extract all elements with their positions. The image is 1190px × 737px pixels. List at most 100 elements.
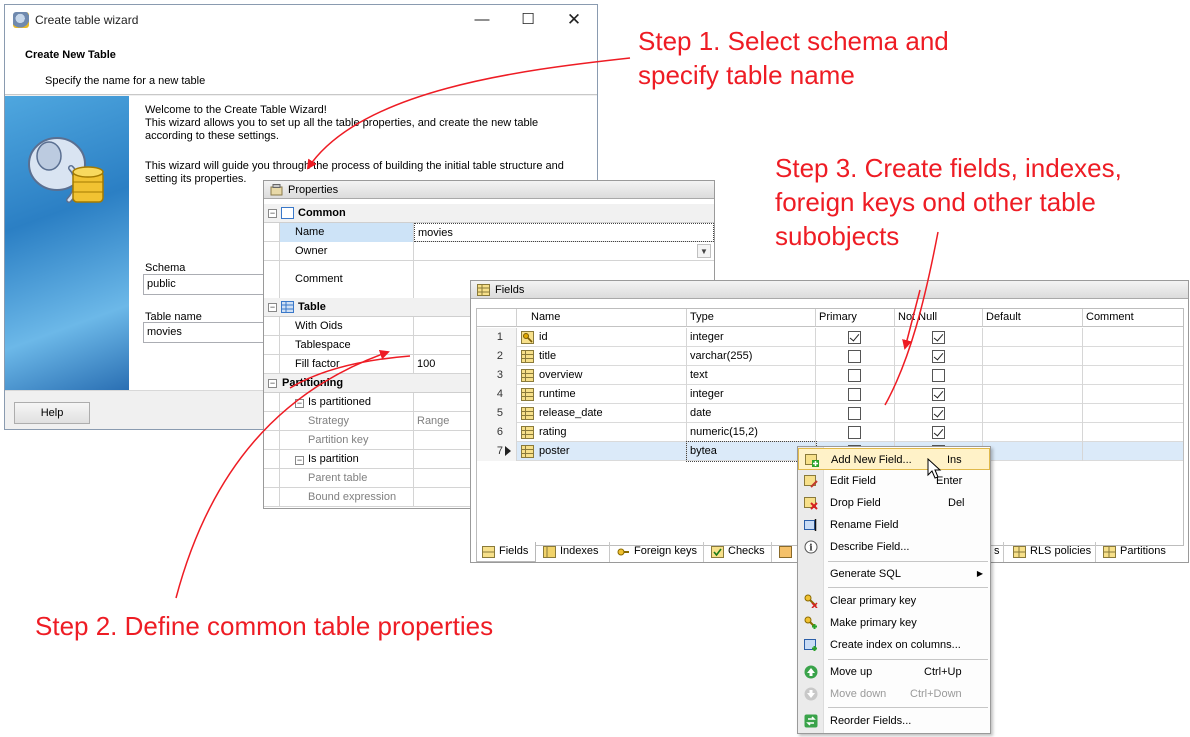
menu-item-add-new-field[interactable]: Add New Field... Ins bbox=[798, 448, 990, 470]
chevron-down-icon[interactable]: ▼ bbox=[697, 244, 711, 258]
minimize-button[interactable]: — bbox=[459, 5, 505, 35]
tab-fields[interactable]: Fields bbox=[476, 542, 536, 562]
tab-partitions[interactable]: Partitions bbox=[1098, 542, 1172, 562]
field-name-cell[interactable]: runtime bbox=[517, 385, 687, 404]
primary-checkbox[interactable] bbox=[848, 331, 861, 344]
table-row[interactable]: 1 id integer bbox=[477, 328, 1183, 347]
collapse-icon[interactable]: − bbox=[295, 456, 304, 465]
primary-checkbox[interactable] bbox=[848, 350, 861, 363]
tab-rls-policies[interactable]: RLS policies bbox=[1008, 542, 1096, 562]
menu-item-reorder-fields[interactable]: Reorder Fields... bbox=[798, 710, 990, 732]
menu-item-move-down[interactable]: Move down Ctrl+Down bbox=[798, 683, 990, 705]
collapse-icon[interactable]: − bbox=[268, 379, 277, 388]
property-value-name[interactable]: movies bbox=[414, 223, 714, 242]
row-number: 6 bbox=[477, 423, 517, 442]
tab-foreign-keys[interactable]: Foreign keys bbox=[612, 542, 704, 562]
table-row[interactable]: 6 rating numeric(15,2) bbox=[477, 423, 1183, 442]
menu-item-describe-field[interactable]: i Describe Field... bbox=[798, 536, 990, 558]
properties-titlebar: Properties bbox=[264, 181, 714, 199]
menu-item-move-up[interactable]: Move up Ctrl+Up bbox=[798, 661, 990, 683]
table-row[interactable]: 5 release_date date bbox=[477, 404, 1183, 423]
default-cell[interactable] bbox=[983, 347, 1083, 366]
field-name-cell[interactable]: id bbox=[517, 328, 687, 347]
default-cell[interactable] bbox=[983, 385, 1083, 404]
tab-partial[interactable]: s bbox=[994, 542, 1004, 562]
collapse-icon[interactable]: − bbox=[268, 209, 277, 218]
column-header-not-null[interactable]: Not Null bbox=[895, 309, 983, 327]
row-number: 3 bbox=[477, 366, 517, 385]
property-value-owner[interactable]: ▼ bbox=[414, 242, 714, 261]
comment-cell[interactable] bbox=[1083, 328, 1183, 347]
menu-item-clear-primary-key[interactable]: Clear primary key bbox=[798, 590, 990, 612]
category-common[interactable]: − Common bbox=[264, 204, 714, 223]
not-null-checkbox[interactable] bbox=[932, 388, 945, 401]
annotation-step2: Step 2. Define common table properties bbox=[35, 609, 493, 643]
help-button[interactable]: Help bbox=[14, 402, 90, 424]
fields-icon bbox=[477, 284, 490, 296]
column-header-default[interactable]: Default bbox=[983, 309, 1083, 327]
primary-checkbox[interactable] bbox=[848, 407, 861, 420]
table-row[interactable]: 3 overview text bbox=[477, 366, 1183, 385]
comment-cell[interactable] bbox=[1083, 385, 1183, 404]
table-name-input[interactable]: movies bbox=[143, 322, 273, 343]
comment-cell[interactable] bbox=[1083, 423, 1183, 442]
field-name-cell[interactable]: release_date bbox=[517, 404, 687, 423]
comment-cell[interactable] bbox=[1083, 442, 1183, 461]
field-type-cell[interactable]: integer bbox=[687, 385, 816, 404]
menu-item-drop-field[interactable]: Drop Field Del bbox=[798, 492, 990, 514]
menu-item-make-primary-key[interactable]: Make primary key bbox=[798, 612, 990, 634]
maximize-button[interactable]: ☐ bbox=[505, 5, 551, 35]
tab-label: Fields bbox=[499, 545, 529, 557]
default-cell[interactable] bbox=[983, 423, 1083, 442]
field-name-cell[interactable]: overview bbox=[517, 366, 687, 385]
close-button[interactable]: ✕ bbox=[551, 5, 597, 35]
field-name-cell[interactable]: rating bbox=[517, 423, 687, 442]
field-type-cell[interactable]: text bbox=[687, 366, 816, 385]
not-null-checkbox[interactable] bbox=[932, 331, 945, 344]
field-name-cell[interactable]: title bbox=[517, 347, 687, 366]
primary-checkbox[interactable] bbox=[848, 388, 861, 401]
property-row-name[interactable]: Name movies bbox=[264, 223, 714, 242]
wizard-title: Create table wizard bbox=[35, 13, 139, 27]
field-name-cell[interactable]: poster bbox=[517, 442, 687, 461]
table-row[interactable]: 2 title varchar(255) bbox=[477, 347, 1183, 366]
column-header-type[interactable]: Type bbox=[687, 309, 816, 327]
menu-label: Rename Field bbox=[830, 519, 899, 531]
menu-item-rename-field[interactable]: Rename Field bbox=[798, 514, 990, 536]
tab-indexes[interactable]: Indexes bbox=[538, 542, 610, 562]
column-header-name[interactable]: Name bbox=[517, 309, 687, 327]
not-null-checkbox[interactable] bbox=[932, 426, 945, 439]
property-row-owner[interactable]: Owner ▼ bbox=[264, 242, 714, 261]
table-row[interactable]: 4 runtime integer bbox=[477, 385, 1183, 404]
comment-cell[interactable] bbox=[1083, 404, 1183, 423]
default-cell[interactable] bbox=[983, 328, 1083, 347]
menu-item-generate-sql[interactable]: Generate SQL ▶ bbox=[798, 563, 990, 585]
collapse-icon[interactable]: − bbox=[268, 303, 277, 312]
menu-item-edit-field[interactable]: Edit Field Enter bbox=[798, 470, 990, 492]
default-cell[interactable] bbox=[983, 366, 1083, 385]
menu-shortcut: Del bbox=[948, 497, 965, 509]
comment-cell[interactable] bbox=[1083, 366, 1183, 385]
default-cell[interactable] bbox=[983, 442, 1083, 461]
column-header-comment[interactable]: Comment bbox=[1083, 309, 1183, 327]
field-type-cell[interactable]: date bbox=[687, 404, 816, 423]
not-null-checkbox[interactable] bbox=[932, 350, 945, 363]
field-type-cell[interactable]: numeric(15,2) bbox=[687, 423, 816, 442]
tab-checks[interactable]: Checks bbox=[706, 542, 772, 562]
primary-checkbox[interactable] bbox=[848, 369, 861, 382]
not-null-checkbox[interactable] bbox=[932, 407, 945, 420]
menu-item-create-index[interactable]: Create index on columns... bbox=[798, 634, 990, 656]
field-type-cell[interactable]: varchar(255) bbox=[687, 347, 816, 366]
collapse-icon[interactable]: − bbox=[295, 399, 304, 408]
default-cell[interactable] bbox=[983, 404, 1083, 423]
comment-cell[interactable] bbox=[1083, 347, 1183, 366]
wizard-titlebar[interactable]: Create table wizard — ☐ ✕ bbox=[5, 5, 597, 35]
field-type-cell[interactable]: integer bbox=[687, 328, 816, 347]
primary-checkbox[interactable] bbox=[848, 426, 861, 439]
wizard-banner bbox=[5, 96, 129, 390]
menu-label: Create index on columns... bbox=[830, 639, 961, 651]
column-header-primary[interactable]: Primary bbox=[816, 309, 895, 327]
intro-line: This wizard allows you to set up all the… bbox=[145, 117, 539, 129]
not-null-checkbox[interactable] bbox=[932, 369, 945, 382]
schema-input[interactable]: public bbox=[143, 274, 273, 295]
